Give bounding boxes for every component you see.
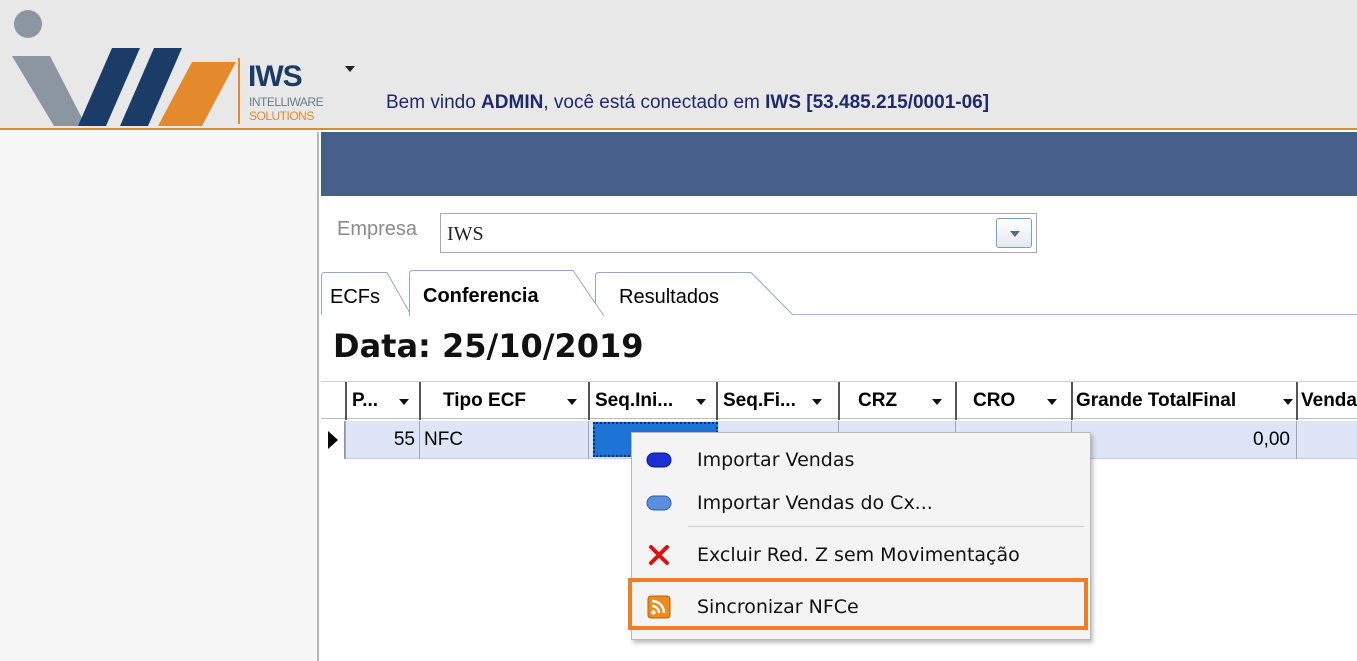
- welcome-prefix: Bem vindo: [386, 92, 482, 113]
- empresa-value: IWS: [447, 223, 484, 245]
- column-dropdown-icon[interactable]: [932, 399, 942, 405]
- tab-ecfs-label: ECFs: [330, 286, 380, 308]
- welcome-message: Bem vindo ADMIN, você está conectado em …: [386, 92, 989, 114]
- left-navigation-panel: [0, 132, 319, 661]
- menu-item-excluir-red-z[interactable]: Excluir Red. Z sem Movimentação: [632, 535, 1090, 575]
- brand-title: IWS: [248, 60, 303, 93]
- column-dropdown-icon[interactable]: [1283, 399, 1293, 405]
- welcome-middle: , você está conectado em: [543, 92, 766, 113]
- column-dropdown-icon[interactable]: [399, 399, 409, 405]
- red-x-icon: [649, 545, 669, 565]
- cell-p[interactable]: 55: [345, 421, 419, 459]
- column-header-seq-ini[interactable]: Seq.Ini...: [588, 382, 716, 420]
- row-pointer-icon: [328, 431, 338, 449]
- tab-resultados-label: Resultados: [619, 286, 720, 308]
- menu-item-importar-vendas-cx[interactable]: Importar Vendas do Cx...: [632, 483, 1090, 523]
- empresa-combobox[interactable]: IWS: [440, 213, 1037, 253]
- brand-separator: [238, 58, 240, 124]
- brand-subtitle-2: SOLUTIONS: [249, 109, 314, 123]
- column-header-p[interactable]: P...: [345, 382, 419, 420]
- cell-tipo-ecf[interactable]: NFC: [419, 421, 588, 459]
- highlight-frame: [628, 578, 1088, 630]
- column-header-cro[interactable]: CRO: [955, 382, 1071, 420]
- tab-strip: ECFs Resultados Conferencia: [321, 268, 1357, 316]
- tab-conferencia-label: Conferencia: [423, 285, 539, 307]
- tab-conferencia[interactable]: Conferencia: [409, 270, 605, 316]
- column-dropdown-icon[interactable]: [1047, 399, 1057, 405]
- brand-subtitle-1: INTELLIWARE: [249, 95, 324, 109]
- menu-separator: [688, 526, 1084, 527]
- grid-header: P... Tipo ECF Seq.Ini... Seq.Fi... CRZ C…: [321, 381, 1357, 420]
- column-header-venda[interactable]: Venda: [1296, 382, 1357, 420]
- menu-dropdown-arrow-icon[interactable]: [345, 66, 355, 72]
- cell-grande-total-final[interactable]: 0,00: [1071, 421, 1296, 459]
- column-dropdown-icon[interactable]: [812, 399, 822, 405]
- empresa-dropdown-button[interactable]: [996, 218, 1032, 248]
- row-indicator[interactable]: [321, 421, 345, 459]
- tab-resultados[interactable]: Resultados: [595, 272, 795, 315]
- chevron-down-icon: [1010, 231, 1020, 237]
- welcome-company: IWS [53.485.215/0001-06]: [765, 92, 990, 113]
- column-header-crz[interactable]: CRZ: [838, 382, 955, 420]
- data-title: Data: 25/10/2019: [333, 327, 644, 365]
- column-header-seq-fi[interactable]: Seq.Fi...: [716, 382, 838, 420]
- empresa-label: Empresa: [337, 218, 418, 240]
- tab-ecfs[interactable]: ECFs: [321, 272, 413, 315]
- column-dropdown-icon[interactable]: [696, 399, 706, 405]
- menu-item-importar-vendas[interactable]: Importar Vendas: [632, 440, 1090, 480]
- cell-venda[interactable]: [1296, 421, 1357, 459]
- content-title-band: [321, 132, 1357, 196]
- app-header: IWS INTELLIWARE SOLUTIONS Bem vindo ADMI…: [0, 0, 1357, 130]
- welcome-user: ADMIN: [481, 92, 544, 113]
- light-blue-capsule-icon: [646, 495, 672, 511]
- column-header-tipo-ecf[interactable]: Tipo ECF: [419, 382, 588, 420]
- column-dropdown-icon[interactable]: [567, 399, 577, 405]
- column-header-grande-total-final[interactable]: Grande TotalFinal: [1071, 382, 1296, 420]
- blue-capsule-icon: [646, 452, 672, 468]
